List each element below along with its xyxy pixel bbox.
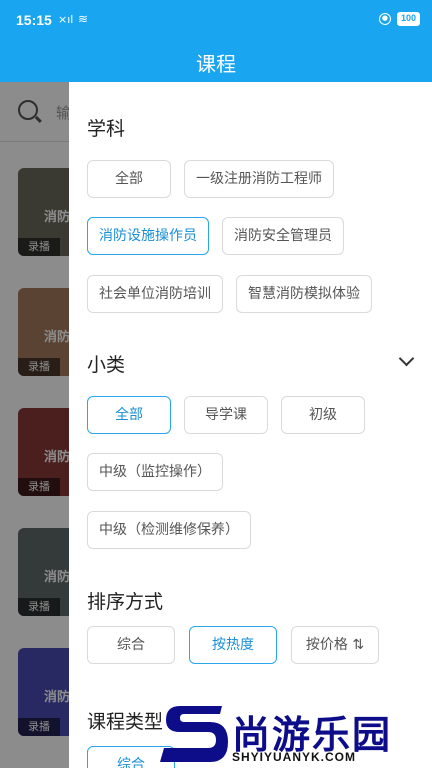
page-title: 课程 <box>196 52 236 76</box>
chip-subject-all[interactable]: 全部 <box>87 160 171 198</box>
watermark-domain: SHYIYUANYK.COM <box>232 750 357 764</box>
chevron-down-icon[interactable] <box>398 350 415 367</box>
signal-icon: ×ıl <box>58 13 74 26</box>
chip-subcategory-mid-maintenance[interactable]: 中级（检测维修保养） <box>87 511 251 549</box>
chip-sort-popularity[interactable]: 按热度 <box>189 626 277 664</box>
wifi-icon: ≋ <box>78 12 89 26</box>
section-title-subject: 学科 <box>87 118 126 140</box>
chip-subject-safety-manager[interactable]: 消防安全管理员 <box>222 217 344 255</box>
lock-icon: ● <box>378 13 391 25</box>
chip-subcategory-junior[interactable]: 初级 <box>281 396 365 434</box>
chip-subcategory-mid-monitor[interactable]: 中级（监控操作） <box>87 453 223 491</box>
chip-subject-engineer[interactable]: 一级注册消防工程师 <box>184 160 334 198</box>
chip-subject-operator[interactable]: 消防设施操作员 <box>87 217 209 255</box>
watermark-logo: 尚游乐园 SHYIYUANYK.COM <box>150 700 432 768</box>
filter-drawer: 学科 全部 一级注册消防工程师 消防设施操作员 消防安全管理员 社会单位消防培训… <box>69 82 432 768</box>
status-time: 15:15 <box>16 12 52 28</box>
status-bar: 15:15 ×ıl ≋ ● 100 <box>0 0 432 42</box>
app-header: 课程 <box>0 42 432 82</box>
chip-sort-price[interactable]: 按价格 ⇅ <box>291 626 379 664</box>
status-right: ● 100 <box>378 12 420 26</box>
chip-subcategory-all[interactable]: 全部 <box>87 396 171 434</box>
chip-subcategory-intro[interactable]: 导学课 <box>184 396 268 434</box>
section-title-subcategory: 小类 <box>87 354 126 376</box>
chip-sort-overall[interactable]: 综合 <box>87 626 175 664</box>
battery-icon: 100 <box>396 12 420 26</box>
chip-subject-simulation[interactable]: 智慧消防模拟体验 <box>236 275 372 313</box>
logo-s-icon <box>160 706 228 762</box>
chip-subject-unit-training[interactable]: 社会单位消防培训 <box>87 275 223 313</box>
section-title-sort: 排序方式 <box>87 591 164 613</box>
